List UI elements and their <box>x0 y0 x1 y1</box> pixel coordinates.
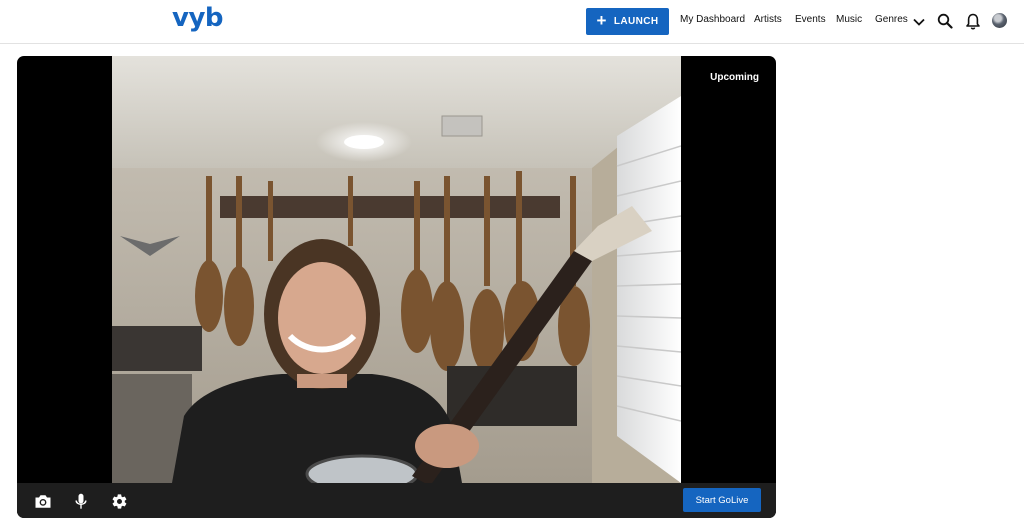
microphone-icon <box>75 493 87 509</box>
top-navigation-bar: vyb + LAUNCH My Dashboard Artists Events… <box>0 0 1024 44</box>
chevron-down-icon <box>913 18 925 26</box>
nav-my-dashboard[interactable]: My Dashboard <box>680 14 745 25</box>
user-avatar[interactable] <box>992 13 1007 28</box>
video-player: Upcoming Start GoLive <box>17 56 776 518</box>
start-golive-button[interactable]: Start GoLive <box>683 488 761 512</box>
camera-toggle-button[interactable] <box>31 489 55 513</box>
bell-icon <box>966 13 980 29</box>
search-icon <box>937 13 953 29</box>
camera-preview <box>112 56 681 483</box>
plus-icon: + <box>596 11 607 30</box>
nav-music[interactable]: Music <box>836 14 862 25</box>
nav-genres[interactable]: Genres <box>875 14 908 25</box>
camera-preview-image <box>112 56 681 483</box>
genres-dropdown-button[interactable] <box>911 14 927 30</box>
search-button[interactable] <box>936 12 954 30</box>
camera-icon <box>35 494 51 508</box>
nav-events[interactable]: Events <box>795 14 826 25</box>
microphone-toggle-button[interactable] <box>69 489 93 513</box>
notifications-button[interactable] <box>964 12 982 30</box>
vyb-logo[interactable]: vyb <box>172 3 224 33</box>
launch-button[interactable]: + LAUNCH <box>586 8 669 35</box>
gear-icon <box>112 493 126 509</box>
launch-label: LAUNCH <box>613 16 659 27</box>
settings-button[interactable] <box>107 489 131 513</box>
player-controls-bar: Start GoLive <box>17 483 776 518</box>
nav-artists[interactable]: Artists <box>754 14 782 25</box>
stream-status-label: Upcoming <box>710 72 759 83</box>
